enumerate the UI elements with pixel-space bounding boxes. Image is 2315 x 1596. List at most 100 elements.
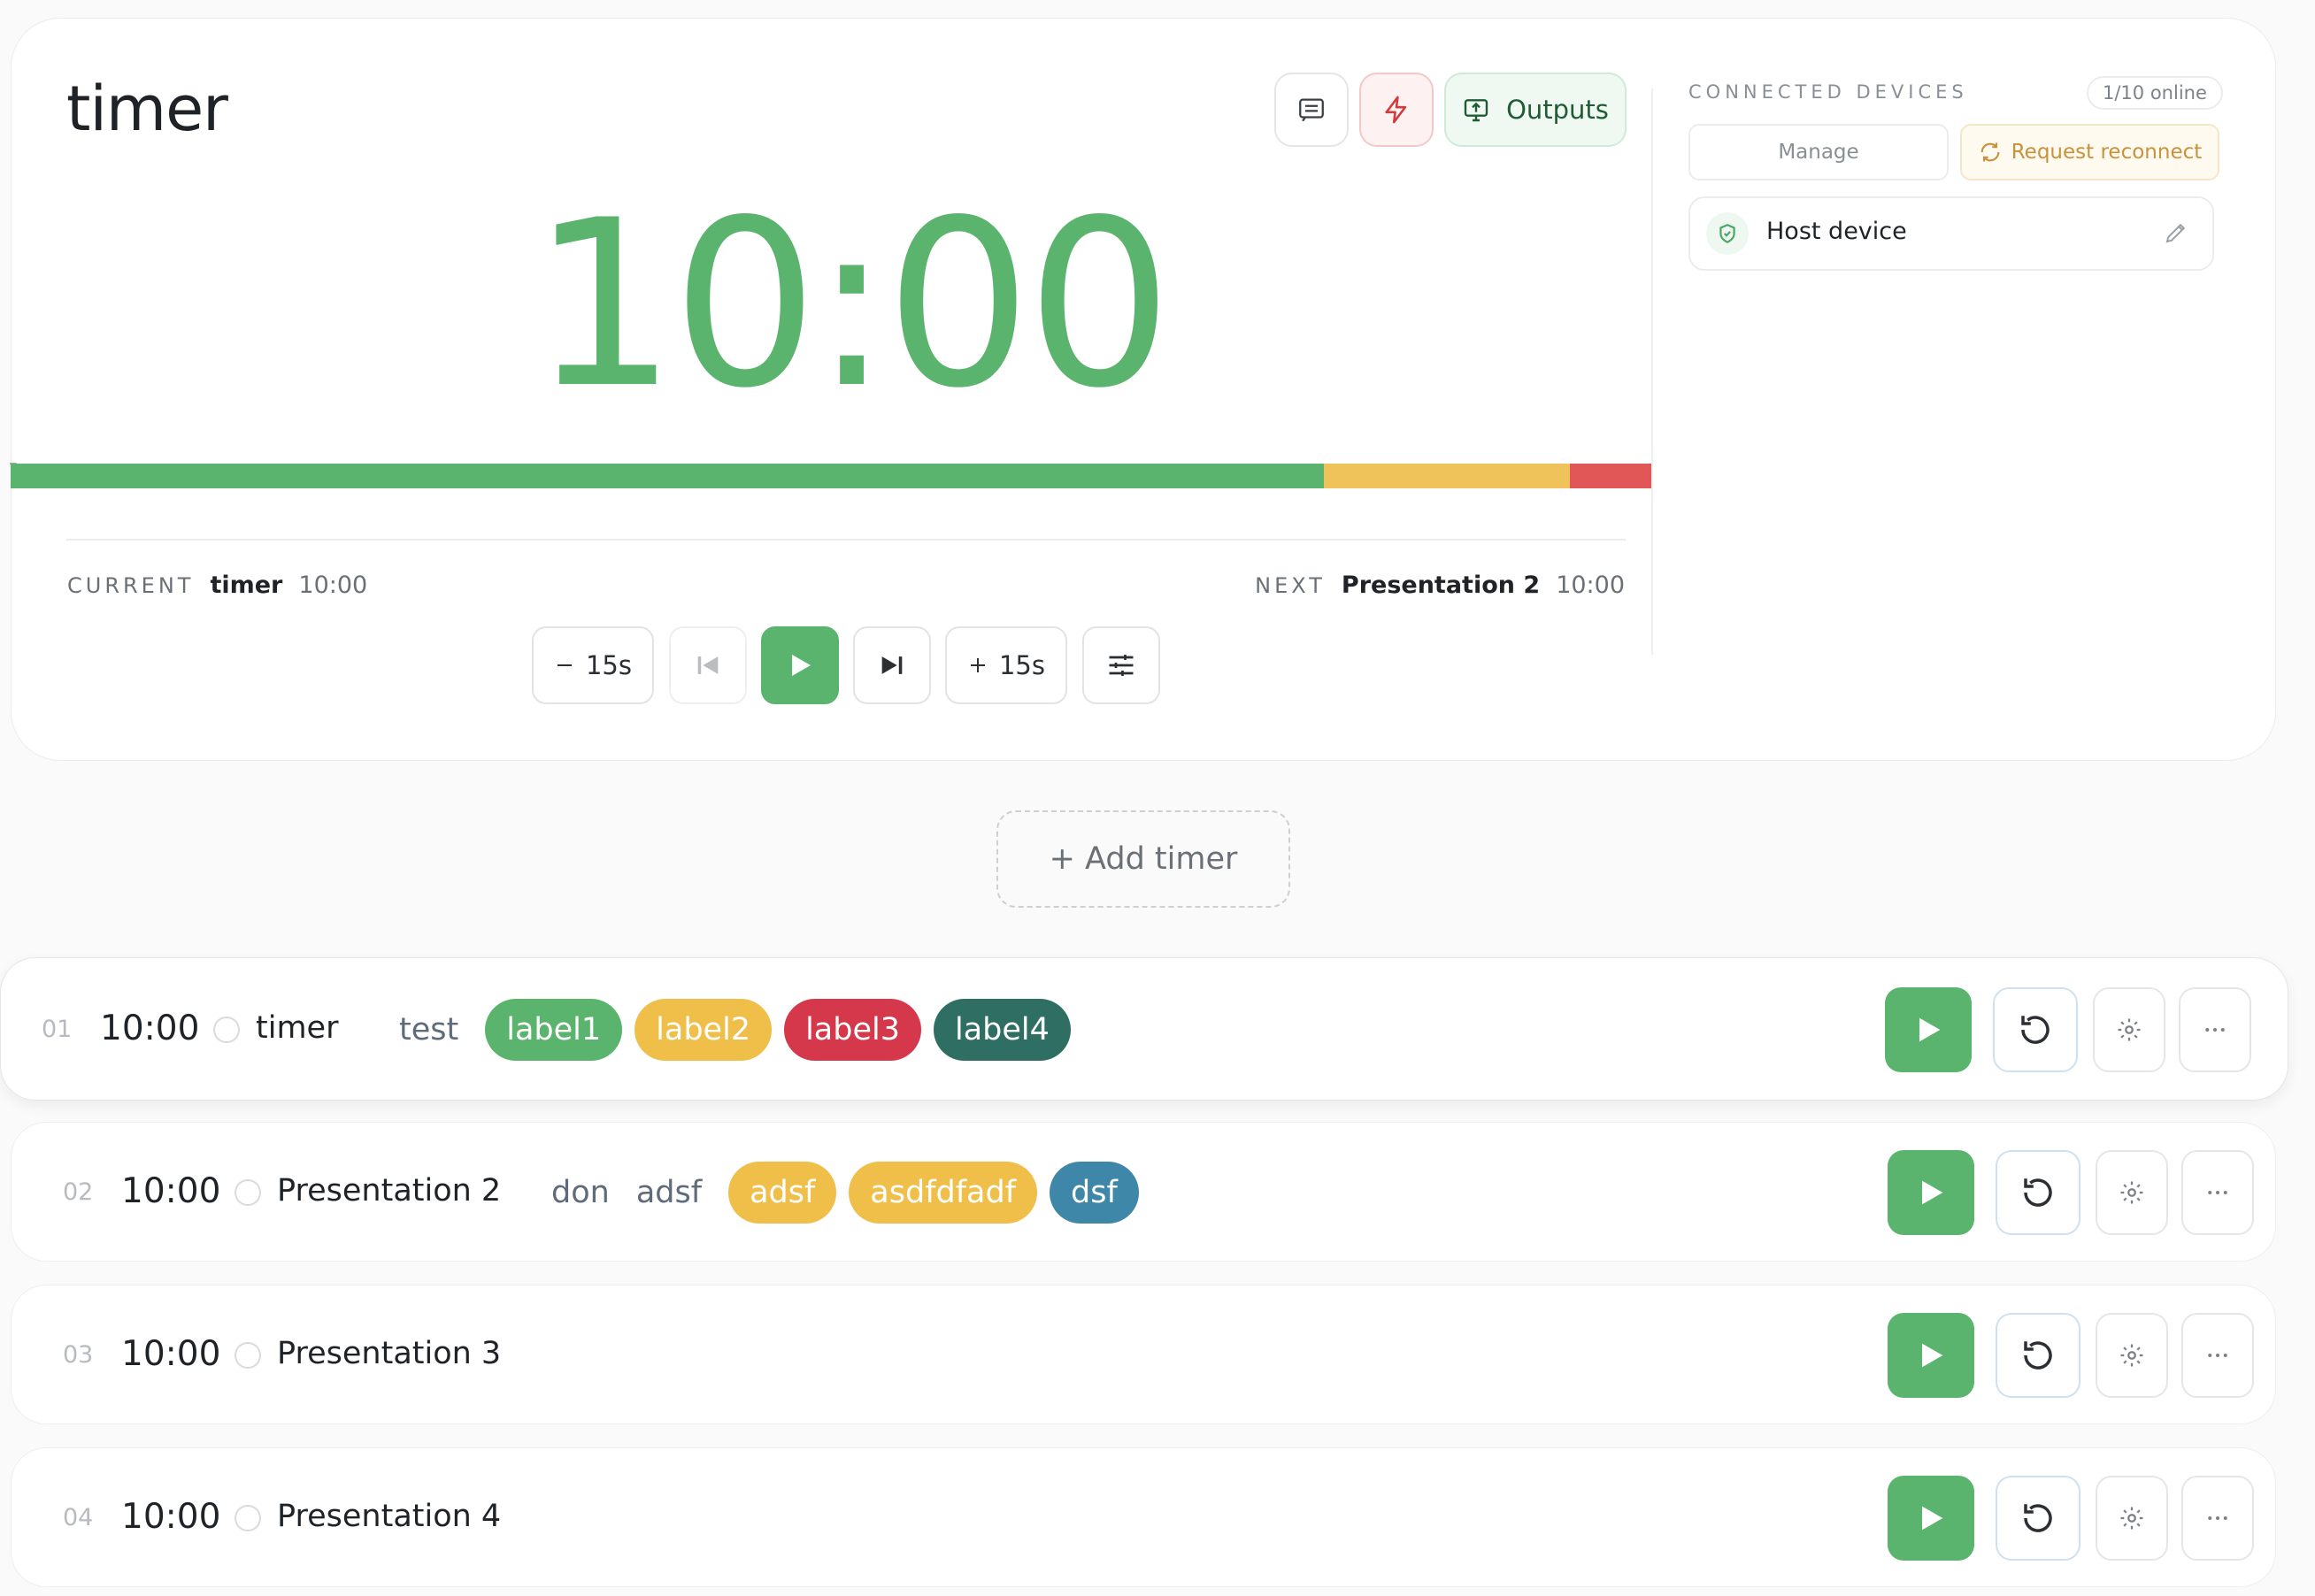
progress-bar[interactable] <box>11 464 1652 488</box>
timer-settings-button[interactable] <box>2096 1313 2168 1398</box>
previous-button[interactable] <box>669 626 747 704</box>
online-count-badge: 1/10 online <box>2087 76 2223 110</box>
label-chip[interactable]: asdfdfadf <box>849 1162 1038 1224</box>
label-chip[interactable]: adsf <box>728 1162 837 1224</box>
add-15s-button[interactable]: 15s <box>945 626 1067 704</box>
play-icon <box>1922 1506 1943 1531</box>
timer-duration: 10:00 <box>100 1009 200 1048</box>
reset-timer-button[interactable] <box>1993 987 2078 1072</box>
shield-icon <box>1706 212 1749 255</box>
status-circle-icon[interactable] <box>235 1179 261 1206</box>
gear-icon <box>2120 1507 2143 1530</box>
timer-index: 04 <box>63 1504 94 1531</box>
next-button[interactable] <box>853 626 931 704</box>
connected-devices-title: CONNECTED DEVICES <box>1688 81 1968 103</box>
message-button[interactable] <box>1274 73 1349 147</box>
progress-segment-yellow <box>1324 464 1571 488</box>
label-chip[interactable]: label3 <box>784 999 921 1061</box>
gear-icon <box>2120 1344 2143 1367</box>
flash-button[interactable] <box>1359 73 1434 147</box>
current-time: 10:00 <box>298 572 368 599</box>
reset-timer-button[interactable] <box>1996 1476 2080 1561</box>
countdown-display: 10:00 <box>530 172 1173 439</box>
label-chip[interactable]: label2 <box>635 999 773 1061</box>
next-info: NEXT Presentation 2 10:00 <box>1255 572 1625 599</box>
progress-segment-red <box>1570 464 1652 488</box>
timer-index: 01 <box>42 1016 73 1043</box>
play-timer-button[interactable] <box>1888 1313 1974 1398</box>
reconnect-label: Request reconnect <box>2011 141 2203 164</box>
timer-settings-button[interactable] <box>2093 987 2165 1072</box>
timer-index: 03 <box>63 1341 94 1369</box>
manage-button[interactable]: Manage <box>1688 124 1949 180</box>
skip-forward-icon <box>881 656 903 674</box>
timer-duration: 10:00 <box>121 1334 221 1374</box>
plus-icon <box>970 658 985 672</box>
request-reconnect-button[interactable]: Request reconnect <box>1960 124 2219 180</box>
timer-row[interactable]: 01 10:00 timer test label1 label2 label3 label4 <box>0 957 2288 1101</box>
page-title: timer <box>66 73 228 145</box>
timer-row[interactable]: 03 10:00 Presentation 3 <box>11 1285 2276 1424</box>
timer-title: Presentation 2 <box>277 1173 502 1209</box>
adjust-button[interactable] <box>1082 626 1160 704</box>
timer-note: don <box>551 1175 610 1210</box>
reset-icon <box>2024 1504 2052 1532</box>
status-circle-icon[interactable] <box>213 1017 240 1043</box>
more-icon <box>2208 1191 2227 1194</box>
outputs-label: Outputs <box>1506 95 1609 125</box>
reset-timer-button[interactable] <box>1996 1313 2080 1398</box>
sliders-icon <box>1109 655 1134 676</box>
status-circle-icon[interactable] <box>235 1342 261 1369</box>
timer-note: test <box>399 1012 459 1047</box>
reset-icon <box>2024 1341 2052 1370</box>
more-icon <box>2208 1354 2227 1357</box>
host-device-item[interactable]: Host device <box>1688 196 2214 271</box>
play-icon <box>1922 1180 1943 1205</box>
monitor-upload-icon <box>1464 99 1488 122</box>
divider <box>66 539 1626 541</box>
more-options-button[interactable] <box>2181 1313 2254 1398</box>
skip-back-icon <box>697 656 719 674</box>
label-chip[interactable]: dsf <box>1050 1162 1139 1224</box>
timer-settings-button[interactable] <box>2096 1476 2168 1561</box>
progress-segment-green <box>11 464 1324 488</box>
timer-title: timer <box>256 1010 339 1046</box>
more-icon <box>2205 1028 2225 1032</box>
more-options-button[interactable] <box>2181 1476 2254 1561</box>
more-options-button[interactable] <box>2179 987 2251 1072</box>
next-time: 10:00 <box>1556 572 1625 599</box>
pencil-icon[interactable] <box>2163 219 2189 249</box>
play-timer-button[interactable] <box>1888 1476 1974 1561</box>
add-timer-button[interactable]: + Add timer <box>996 810 1290 908</box>
more-options-button[interactable] <box>2181 1150 2254 1235</box>
reset-timer-button[interactable] <box>1996 1150 2080 1235</box>
play-icon <box>792 655 811 676</box>
status-circle-icon[interactable] <box>235 1505 261 1531</box>
timer-extras: test label1 label2 label3 label4 <box>399 999 1083 1061</box>
message-icon <box>1299 98 1324 122</box>
play-icon <box>1919 1017 1941 1042</box>
next-key: NEXT <box>1255 573 1326 598</box>
play-button[interactable] <box>761 626 839 704</box>
timer-row[interactable]: 02 10:00 Presentation 2 don adsf adsf asdfdfad… <box>11 1122 2276 1262</box>
current-info: CURRENT timer 10:00 <box>67 572 367 599</box>
label-chip[interactable]: label4 <box>933 999 1071 1061</box>
play-timer-button[interactable] <box>1885 987 1972 1072</box>
timer-duration: 10:00 <box>121 1497 221 1537</box>
refresh-icon <box>1980 142 2000 162</box>
timer-row[interactable]: 04 10:00 Presentation 4 <box>11 1447 2276 1587</box>
minus-icon <box>557 664 572 666</box>
current-name: timer <box>210 572 283 599</box>
timer-duration: 10:00 <box>121 1171 221 1211</box>
reset-icon <box>2024 1178 2052 1207</box>
timer-title: Presentation 3 <box>277 1336 502 1371</box>
subtract-15s-button[interactable]: 15s <box>532 626 654 704</box>
host-device-label: Host device <box>1766 218 1907 245</box>
lightning-icon <box>1385 96 1407 124</box>
reset-icon <box>2021 1016 2050 1044</box>
label-chip[interactable]: label1 <box>485 999 623 1061</box>
gear-icon <box>2120 1181 2143 1204</box>
play-timer-button[interactable] <box>1888 1150 1974 1235</box>
timer-settings-button[interactable] <box>2096 1150 2168 1235</box>
outputs-button[interactable]: Outputs <box>1444 73 1627 147</box>
